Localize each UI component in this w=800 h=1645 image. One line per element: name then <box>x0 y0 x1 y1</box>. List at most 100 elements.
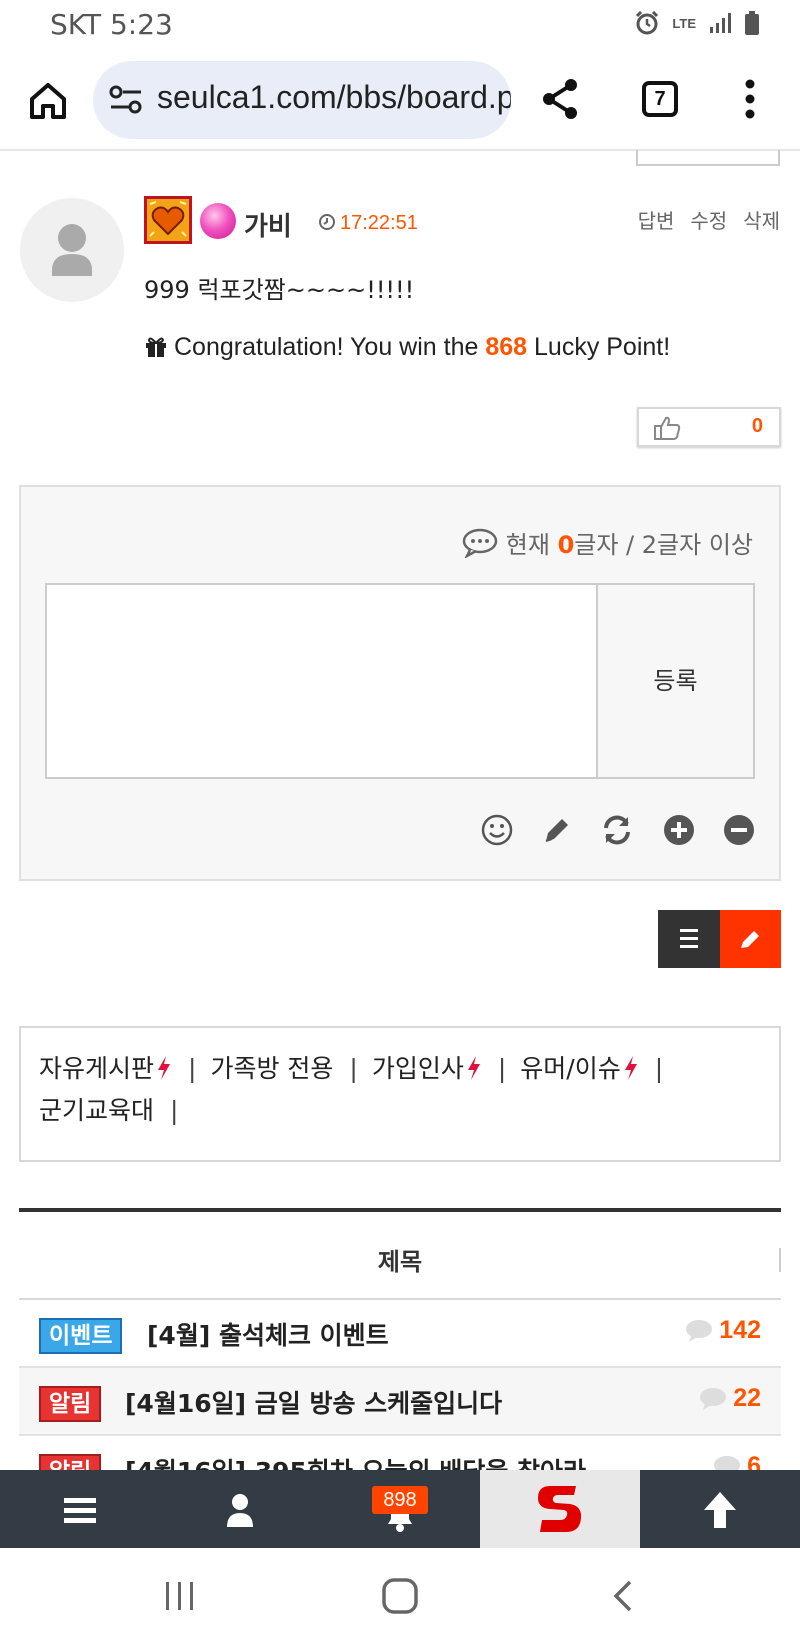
scroll-top-button[interactable] <box>640 1470 800 1548</box>
previous-like-box <box>636 150 780 166</box>
board-category-nav: 자유게시판 | 가족방 전용 | 가입인사 | 유머/이슈 | 군기교육대 | <box>19 1026 781 1162</box>
more-menu-icon[interactable] <box>744 79 756 119</box>
like-count: 0 <box>751 415 763 437</box>
post-list-header: 제목 <box>19 1208 781 1300</box>
board-link-label: 군기교육대 <box>39 1096 155 1125</box>
user-avatar-icon <box>52 224 92 276</box>
separator: | <box>170 1096 179 1125</box>
carrier-time: SKT 5:23 <box>50 8 173 41</box>
hot-bolt-icon <box>624 1056 637 1080</box>
thumbs-up-icon <box>654 416 681 440</box>
separator: | <box>349 1054 358 1083</box>
notice-tag: 알림 <box>39 1386 102 1422</box>
my-page-button[interactable] <box>160 1470 320 1548</box>
status-icons: LTE <box>634 10 760 36</box>
home-logo-button[interactable] <box>480 1470 640 1548</box>
minus-circle-icon[interactable] <box>722 813 756 847</box>
back-icon[interactable] <box>608 1578 638 1614</box>
separator: | <box>654 1054 664 1083</box>
signal-icon <box>710 13 731 33</box>
plus-circle-icon[interactable] <box>662 813 696 847</box>
comment-author[interactable]: 가비 <box>244 206 292 243</box>
share-icon[interactable] <box>540 77 580 121</box>
battery-icon <box>745 11 759 35</box>
gift-icon <box>146 337 166 357</box>
submit-button[interactable]: 등록 <box>598 583 755 779</box>
home-nav-icon[interactable] <box>380 1576 420 1616</box>
char-counter: 현재 0글자 / 2글자 이상 <box>462 525 753 560</box>
notification-badge: 898 <box>372 1486 428 1514</box>
comment-count-value: 22 <box>733 1384 761 1412</box>
board-link-free[interactable]: 자유게시판 <box>39 1054 172 1083</box>
delete-link[interactable]: 삭제 <box>743 205 780 234</box>
comment-actions: 답변 수정 삭제 <box>638 205 780 234</box>
table-row[interactable]: 알림 [4월16일] 금일 방송 스케줄입니다 22 <box>19 1368 781 1436</box>
pencil-icon <box>741 931 759 948</box>
comment-bubble-icon <box>700 1387 727 1410</box>
board-link-discipline[interactable]: 군기교육대 <box>39 1096 154 1125</box>
list-icon <box>680 929 698 948</box>
speech-bubble-icon <box>462 528 498 558</box>
comment-count-value: 142 <box>719 1316 761 1344</box>
comment-text: 999 럭포갓짬~~~~!!!!! <box>144 276 415 304</box>
user-icon <box>227 1494 253 1527</box>
separator: | <box>188 1054 197 1083</box>
avatar <box>20 198 124 302</box>
home-icon[interactable] <box>26 79 70 123</box>
site-settings-icon[interactable] <box>109 85 143 115</box>
congrats-suffix: Lucky Point! <box>527 333 671 361</box>
emoji-icon[interactable] <box>480 813 514 847</box>
board-link-label: 가족방 전용 <box>210 1054 334 1083</box>
comment-count: 142 <box>685 1316 761 1345</box>
site-logo-icon <box>538 1486 582 1532</box>
comment-bubble-icon <box>686 1319 713 1342</box>
pencil-icon[interactable] <box>540 813 574 847</box>
address-bar[interactable]: seulca1.com/bbs/board.php <box>93 61 511 139</box>
comment-time: 17:22:51 <box>318 212 418 235</box>
column-title: 제목 <box>377 1248 423 1276</box>
lte-icon: LTE <box>672 15 696 31</box>
board-link-label: 가입인사 <box>371 1054 464 1083</box>
lucky-point-value: 868 <box>485 333 528 361</box>
board-link-family[interactable]: 가족방 전용 <box>210 1054 333 1083</box>
like-button[interactable]: 0 <box>637 407 781 447</box>
comment-textarea[interactable] <box>45 583 598 779</box>
congrats-prefix: Congratulation! You win the <box>174 333 486 361</box>
column-divider <box>779 1248 781 1272</box>
refresh-icon[interactable] <box>600 813 634 847</box>
write-button[interactable] <box>720 910 781 968</box>
board-link-label: 유머/이슈 <box>520 1054 621 1083</box>
comment-count: 22 <box>699 1384 761 1413</box>
recent-apps-icon[interactable] <box>160 1578 200 1614</box>
board-link-greeting[interactable]: 가입인사 <box>372 1054 482 1083</box>
table-row[interactable]: 이벤트 [4월] 출석체크 이벤트 142 <box>19 1300 781 1368</box>
post-title[interactable]: [4월] 출석체크 이벤트 <box>147 1316 389 1352</box>
list-button[interactable] <box>658 910 720 968</box>
menu-button[interactable] <box>0 1470 160 1548</box>
comment-form: 현재 0글자 / 2글자 이상 등록 <box>19 485 781 881</box>
post-title[interactable]: [4월16일] 금일 방송 스케줄입니다 <box>125 1384 502 1420</box>
comment-time-text: 17:22:51 <box>340 212 418 234</box>
level-badge-icon <box>144 196 192 244</box>
counter-prefix: 현재 <box>505 531 558 559</box>
browser-toolbar: seulca1.com/bbs/board.php 7 <box>0 55 800 151</box>
lucky-point-message: Congratulation! You win the 868 Lucky Po… <box>144 333 670 362</box>
counter-suffix: 글자 / 2글자 이상 <box>574 531 753 559</box>
tab-switcher-button[interactable]: 7 <box>642 81 678 117</box>
board-link-label: 자유게시판 <box>39 1054 155 1083</box>
status-bar: SKT 5:23 LTE <box>0 0 800 52</box>
member-ball-icon <box>200 203 236 239</box>
url-text[interactable]: seulca1.com/bbs/board.php <box>157 79 511 116</box>
hot-bolt-icon <box>467 1056 480 1080</box>
edit-link[interactable]: 수정 <box>690 205 727 234</box>
counter-value: 0 <box>557 531 575 559</box>
clock-icon <box>319 214 335 230</box>
hamburger-icon <box>64 1498 96 1523</box>
reply-link[interactable]: 답변 <box>638 205 675 234</box>
hot-bolt-icon <box>158 1056 171 1080</box>
board-link-humor[interactable]: 유머/이슈 <box>520 1054 638 1083</box>
event-tag: 이벤트 <box>39 1318 123 1354</box>
arrow-up-icon <box>704 1492 736 1528</box>
alarm-icon <box>636 10 659 35</box>
separator: | <box>497 1054 507 1083</box>
